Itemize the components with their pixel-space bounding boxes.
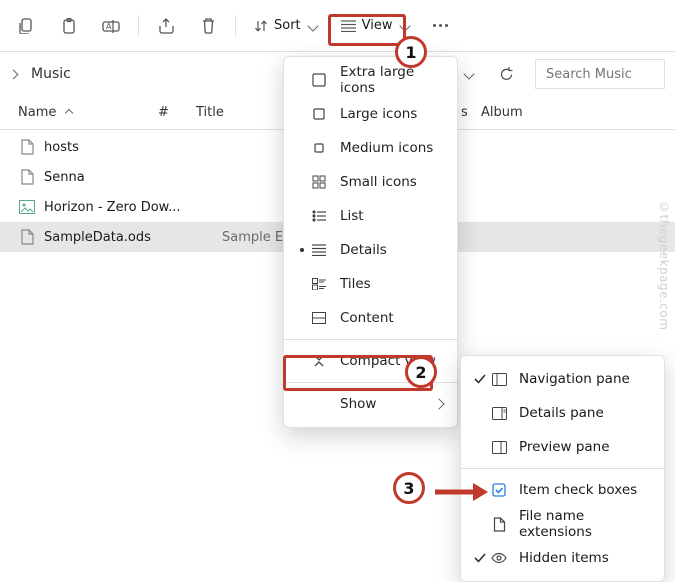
ext-icon [489, 517, 509, 532]
refresh-button[interactable] [491, 59, 521, 89]
view-menu-item[interactable]: List [284, 199, 457, 233]
view-label: View [362, 18, 393, 33]
view-menu-item[interactable]: Content [284, 301, 457, 335]
svg-text:A: A [106, 22, 112, 31]
view-menu-show[interactable]: Show [284, 387, 457, 421]
preview-icon [489, 441, 509, 454]
chevron-right-icon [9, 69, 19, 79]
chevron-down-icon [399, 20, 410, 31]
file-icon [18, 198, 36, 216]
sort-label: Sort [274, 18, 301, 33]
more-button[interactable] [423, 8, 459, 44]
view-icon [341, 20, 356, 32]
command-bar: A Sort View [0, 0, 675, 52]
lg-icon [308, 107, 330, 121]
chevron-down-icon [463, 68, 474, 79]
show-menu-item[interactable]: File name extensions [461, 507, 664, 541]
trash-icon [201, 17, 216, 34]
column-truncated[interactable]: s [461, 105, 481, 120]
show-menu-item[interactable]: Details pane [461, 396, 664, 430]
sort-icon [254, 19, 268, 33]
separator [235, 15, 236, 37]
chevron-down-icon [307, 20, 318, 31]
show-menu-item[interactable]: Preview pane [461, 430, 664, 464]
compact-icon [308, 355, 330, 367]
new-button[interactable] [8, 8, 46, 44]
details-icon [308, 244, 330, 256]
check-icon [471, 374, 489, 384]
file-name: Horizon - Zero Dow... [44, 200, 184, 215]
copy-icon [19, 18, 35, 34]
checkbox-icon [489, 483, 509, 497]
search-box[interactable] [535, 59, 665, 89]
column-number[interactable]: # [158, 105, 196, 120]
refresh-icon [499, 67, 514, 82]
sort-asc-icon [65, 108, 73, 116]
view-menu-item[interactable]: Extra large icons [284, 63, 457, 97]
file-name: SampleData.ods [44, 230, 184, 245]
content-icon [308, 312, 330, 324]
breadcrumb-current[interactable]: Music [31, 66, 71, 82]
copy-button[interactable] [50, 8, 88, 44]
xl-icon [308, 73, 330, 87]
column-album[interactable]: Album [481, 105, 675, 120]
view-button[interactable]: View [331, 8, 419, 44]
tiles-icon [308, 278, 330, 290]
details-pane-icon [489, 407, 509, 420]
view-menu-item[interactable]: Details [284, 233, 457, 267]
file-icon [18, 138, 36, 156]
file-name: Senna [44, 170, 184, 185]
rename-button[interactable]: A [92, 8, 130, 44]
md-icon [308, 141, 330, 155]
paste-icon [62, 18, 77, 34]
share-icon [158, 18, 175, 34]
list-icon [308, 210, 330, 222]
view-menu-item[interactable]: Large icons [284, 97, 457, 131]
search-input[interactable] [544, 66, 675, 83]
file-icon [18, 168, 36, 186]
nav-icon [489, 373, 509, 386]
hidden-icon [489, 552, 509, 564]
check-icon [471, 553, 489, 563]
menu-separator [284, 382, 457, 383]
show-menu-item[interactable]: Navigation pane [461, 362, 664, 396]
rename-icon: A [102, 18, 120, 34]
show-menu-item[interactable]: Item check boxes [461, 473, 664, 507]
column-name[interactable]: Name [18, 105, 158, 120]
view-menu: Extra large iconsLarge iconsMedium icons… [283, 56, 458, 428]
share-button[interactable] [147, 8, 185, 44]
menu-separator [284, 339, 457, 340]
view-menu-item[interactable]: Small icons [284, 165, 457, 199]
file-name: hosts [44, 140, 184, 155]
ellipsis-icon [433, 24, 448, 27]
file-icon [18, 228, 36, 246]
view-menu-item[interactable]: Tiles [284, 267, 457, 301]
delete-button[interactable] [189, 8, 227, 44]
separator [138, 15, 139, 37]
view-menu-item[interactable]: Medium icons [284, 131, 457, 165]
show-menu-item[interactable]: Hidden items [461, 541, 664, 575]
annotation-badge: 3 [393, 472, 425, 504]
view-menu-compact[interactable]: Compact view [284, 344, 457, 378]
sort-button[interactable]: Sort [244, 8, 327, 44]
chevron-right-icon [433, 398, 444, 409]
menu-separator [461, 468, 664, 469]
show-submenu: Navigation paneDetails panePreview pane I… [460, 355, 665, 582]
sm-icon [308, 175, 330, 189]
